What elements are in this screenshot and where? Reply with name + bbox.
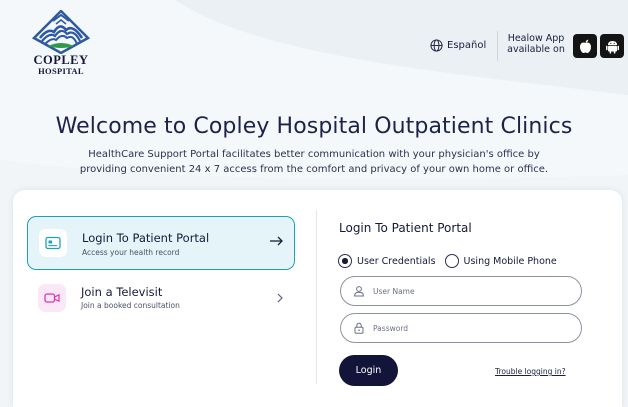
id-card-icon bbox=[45, 236, 61, 250]
radio-user-credentials-label[interactable]: User Credentials bbox=[357, 256, 436, 267]
login-button[interactable]: Login bbox=[339, 355, 398, 386]
hospital-sub: HOSPITAL bbox=[38, 66, 84, 76]
login-card: Login To Patient Portal Access your heal… bbox=[13, 190, 622, 407]
radio-user-credentials[interactable] bbox=[338, 254, 352, 268]
login-method-radios: User Credentials Using Mobile Phone bbox=[338, 253, 566, 269]
language-switch[interactable]: Español bbox=[430, 37, 486, 53]
hospital-logo[interactable]: COPLEY HOSPITAL bbox=[20, 10, 102, 76]
healow-line-2: available on bbox=[507, 44, 565, 55]
form-title: Login To Patient Portal bbox=[339, 221, 472, 235]
username-input[interactable] bbox=[373, 286, 563, 296]
apple-icon bbox=[579, 39, 591, 53]
trouble-logging-in-link[interactable]: Trouble logging in? bbox=[495, 367, 566, 376]
portal-icon-box bbox=[39, 229, 67, 257]
hospital-logo-icon bbox=[32, 10, 90, 54]
televisit-icon-box bbox=[38, 284, 66, 312]
option-televisit[interactable]: Join a Televisit Join a booked consultat… bbox=[27, 278, 295, 324]
video-camera-icon bbox=[44, 293, 60, 303]
apple-store-button[interactable] bbox=[573, 34, 597, 58]
page-title: Welcome to Copley Hospital Outpatient Cl… bbox=[55, 114, 573, 139]
header-divider bbox=[497, 31, 498, 61]
password-field[interactable] bbox=[340, 313, 582, 343]
chevron-right-icon bbox=[277, 293, 283, 303]
user-icon bbox=[353, 286, 365, 297]
language-label: Español bbox=[447, 39, 487, 51]
password-input[interactable] bbox=[373, 323, 563, 333]
header: COPLEY HOSPITAL Español Healow App avail… bbox=[0, 0, 628, 80]
option-patient-portal-title: Login To Patient Portal bbox=[82, 231, 210, 245]
healow-app-text: Healow App available on bbox=[505, 33, 567, 55]
description-line-1: HealthCare Support Portal facilitates be… bbox=[88, 149, 540, 160]
card-divider bbox=[316, 210, 317, 384]
radio-mobile-phone-label[interactable]: Using Mobile Phone bbox=[464, 256, 557, 267]
globe-icon bbox=[430, 38, 443, 52]
healow-line-1: Healow App bbox=[507, 33, 565, 44]
radio-mobile-phone[interactable] bbox=[444, 254, 459, 268]
option-televisit-title: Join a Televisit bbox=[81, 285, 163, 299]
arrow-right-icon bbox=[270, 236, 283, 246]
username-field[interactable] bbox=[340, 276, 582, 306]
option-patient-portal-subtitle: Access your health record bbox=[82, 248, 180, 257]
option-televisit-subtitle: Join a booked consultation bbox=[81, 301, 180, 310]
android-icon bbox=[605, 40, 619, 54]
lock-icon bbox=[354, 322, 364, 334]
page-description: HealthCare Support Portal facilitates be… bbox=[60, 147, 568, 177]
android-store-button[interactable] bbox=[600, 34, 624, 58]
description-line-2: providing convenient 24 x 7 access from … bbox=[79, 164, 549, 175]
option-patient-portal[interactable]: Login To Patient Portal Access your heal… bbox=[27, 216, 295, 270]
